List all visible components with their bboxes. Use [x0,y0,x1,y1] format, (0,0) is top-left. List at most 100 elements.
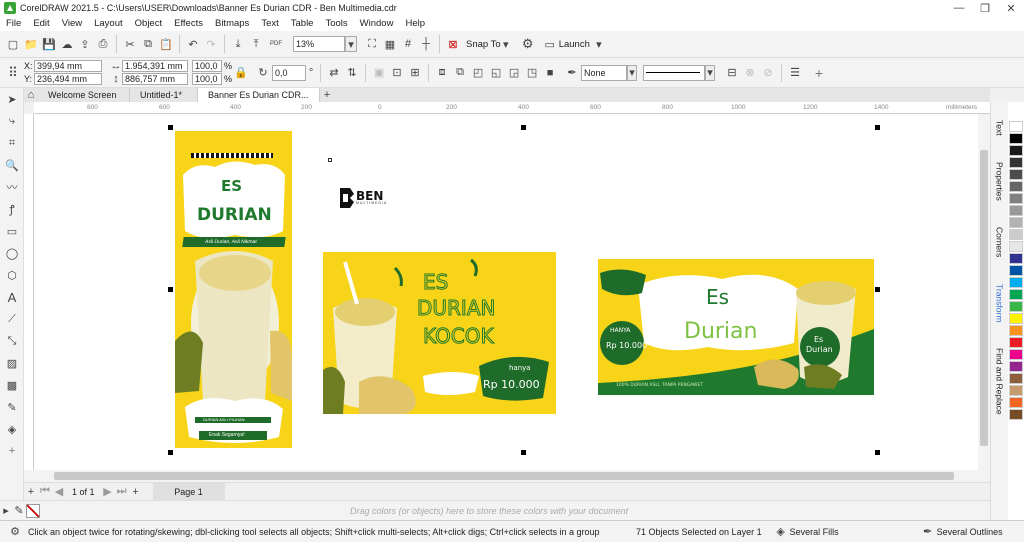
eyedropper-icon[interactable]: ✎ [12,502,26,520]
grid-icon[interactable]: # [399,35,417,53]
palette-swatch[interactable] [1009,349,1023,360]
palette-swatch[interactable] [1009,313,1023,324]
palette-swatch[interactable] [1009,277,1023,288]
mirror-vertical-icon[interactable]: ⇅ [343,64,361,82]
selection-handle[interactable] [168,125,173,130]
minimize-button[interactable]: — [946,0,972,17]
lock-ratio-icon[interactable]: 🔒 [232,64,250,82]
polygon-tool-icon[interactable]: ⬡ [3,266,21,284]
horizontal-ruler[interactable]: 800 600 400 200 0 200 400 600 800 1000 1… [34,102,990,114]
snap-to-dropdown[interactable]: Snap To [466,39,501,50]
tab-untitled-1[interactable]: Untitled-1* [130,88,198,102]
horizontal-scrollbar[interactable] [24,470,990,482]
rotation-field[interactable]: 0,0 [272,64,307,81]
palette-swatch[interactable] [1009,193,1023,204]
palette-swatch[interactable] [1009,325,1023,336]
freehand-tool-icon[interactable]: 〰 [3,178,21,196]
close-button[interactable]: ✕ [998,0,1024,17]
menu-view[interactable]: View [56,18,88,29]
palette-swatch[interactable] [1009,301,1023,312]
fill-icon[interactable]: ◈ [772,523,790,541]
selection-handle[interactable] [875,450,880,455]
palette-swatch[interactable] [1009,265,1023,276]
palette-swatch[interactable] [1009,373,1023,384]
print-icon[interactable]: ⎙ [94,35,112,53]
add-tool-icon[interactable]: + [3,442,21,460]
undo-icon[interactable]: ↶ [184,35,202,53]
eyedropper-icon[interactable]: ✎ [3,398,21,416]
first-page-icon[interactable]: ⏮ [38,483,52,501]
ben-multimedia-logo[interactable]: BEN MULTIMEDIA [340,188,387,208]
save-icon[interactable]: 💾 [40,35,58,53]
zoom-tool-icon[interactable]: 🔍 [3,156,21,174]
trim-icon[interactable]: ◰ [469,64,487,82]
drawing-canvas[interactable]: BEN MULTIMEDIA ES DURIAN Asli Durian, As… [34,114,978,470]
add-page-after-icon[interactable]: + [129,483,143,501]
docker-tab-transform[interactable]: Transform [995,270,1005,336]
vertical-scrollbar[interactable] [978,114,990,470]
zoom-level-field[interactable]: 13% [293,36,345,52]
menu-object[interactable]: Object [129,18,168,29]
menu-edit[interactable]: Edit [27,18,55,29]
chevron-down-icon[interactable]: ▾ [501,35,511,53]
weld-icon[interactable]: ⧉ [451,64,469,82]
transparency-tool-icon[interactable]: ▩ [3,376,21,394]
cloud-icon[interactable]: ☁ [58,35,76,53]
banner-kocok[interactable]: ES DURIAN KOCOK hanya Rp 10.000 [323,252,556,414]
palette-swatch[interactable] [1009,169,1023,180]
ungroup-all-icon[interactable]: ⊞ [406,64,424,82]
palette-swatch[interactable] [1009,241,1023,252]
wrap-text-icon[interactable]: ⊟ [723,64,741,82]
outline-width-field[interactable]: None [581,64,628,81]
docker-tab-corners[interactable]: Corners [995,214,1005,270]
line-style-combo[interactable]: ▾ [643,64,716,81]
palette-swatch[interactable] [1009,145,1023,156]
vertical-scroll-thumb[interactable] [980,150,988,446]
export-icon[interactable]: ⤒ [247,35,265,53]
selection-handle[interactable] [168,450,173,455]
crop-tool-icon[interactable]: ⌗ [3,134,21,152]
paste-icon[interactable]: 📋 [157,35,175,53]
shape-tool-icon[interactable]: ⤷ [3,112,21,130]
chevron-down-icon[interactable]: ▾ [705,64,716,81]
scale-x-field[interactable]: 100,0 [192,60,222,72]
ellipse-tool-icon[interactable]: ◯ [3,244,21,262]
rulers-icon[interactable]: ▦ [381,35,399,53]
back-minus-front-icon[interactable]: ■ [541,64,559,82]
palette-swatch[interactable] [1009,121,1023,132]
rotation-icon[interactable]: ↻ [254,64,272,82]
previous-page-icon[interactable]: ◀ [52,483,66,501]
width-field[interactable]: 1.954,391 mm [122,60,188,72]
snap-off-icon[interactable]: ⊠ [444,35,462,53]
docker-tab-properties[interactable]: Properties [995,148,1005,214]
outline-pen-icon[interactable]: ✒ [919,523,937,541]
palette-swatch[interactable] [1009,253,1023,264]
mirror-horizontal-icon[interactable]: ⇄ [325,64,343,82]
selection-handle[interactable] [168,287,173,292]
banner-vertical[interactable]: ES DURIAN Asli Durian, Asli Nikmat DURIA… [175,131,292,448]
upload-icon[interactable]: ⇪ [76,35,94,53]
object-origin-icon[interactable]: ⠿ [4,64,22,82]
ungroup-icon[interactable]: ⊡ [388,64,406,82]
full-screen-icon[interactable]: ⛶ [363,35,381,53]
restore-button[interactable]: ❐ [972,0,998,17]
x-position-field[interactable]: 399,94 mm [34,60,102,72]
group-icon[interactable]: ▣ [370,64,388,82]
text-tool-icon[interactable]: A [3,288,21,306]
import-icon[interactable]: ⤓ [229,35,247,53]
menu-layout[interactable]: Layout [88,18,129,29]
menu-help[interactable]: Help [399,18,431,29]
simplify-icon[interactable]: ◲ [505,64,523,82]
menu-table[interactable]: Table [285,18,320,29]
palette-swatch[interactable] [1009,217,1023,228]
menu-file[interactable]: File [0,18,27,29]
new-tab-icon[interactable]: + [320,88,334,102]
connector-tool-icon[interactable]: ⤡ [3,332,21,350]
menu-effects[interactable]: Effects [168,18,209,29]
scale-y-field[interactable]: 100,0 [192,73,222,85]
palette-swatch[interactable] [1009,133,1023,144]
zoom-combo[interactable]: 13% ▾ [293,36,357,52]
outline-pen-icon[interactable]: ✒ [563,64,581,82]
line-style-field[interactable] [643,64,706,81]
chevron-down-icon[interactable]: ▾ [594,35,604,53]
